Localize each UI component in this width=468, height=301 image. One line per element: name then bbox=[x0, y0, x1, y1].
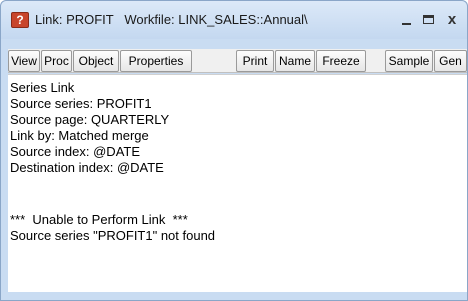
title-bar[interactable]: ? Link: PROFIT Workfile: LINK_SALES::Ann… bbox=[1, 1, 467, 39]
gen-button[interactable]: Gen bbox=[434, 50, 467, 72]
name-button[interactable]: Name bbox=[275, 50, 315, 72]
view-button[interactable]: View bbox=[8, 50, 40, 72]
sample-button[interactable]: Sample bbox=[385, 50, 433, 72]
close-button[interactable]: x bbox=[443, 10, 461, 30]
text-line: Series Link bbox=[10, 80, 75, 95]
proc-button[interactable]: Proc bbox=[41, 50, 72, 72]
text-line: Link by: Matched merge bbox=[10, 128, 149, 143]
maximize-icon bbox=[423, 15, 434, 24]
error-detail-line: Source series "PROFIT1" not found bbox=[10, 228, 216, 243]
freeze-button[interactable]: Freeze bbox=[316, 50, 366, 72]
error-header-line: *** Unable to Perform Link *** bbox=[10, 212, 188, 227]
toolbar: View Proc Object Properties Print Name F… bbox=[8, 49, 467, 73]
maximize-button[interactable] bbox=[421, 10, 437, 30]
properties-button[interactable]: Properties bbox=[120, 50, 192, 72]
output-text-area[interactable]: Series Link Source series: PROFIT1 Sourc… bbox=[8, 74, 467, 292]
text-line: Destination index: @DATE bbox=[10, 160, 164, 175]
close-icon: x bbox=[447, 11, 457, 28]
question-icon: ? bbox=[11, 12, 29, 28]
text-line: Source page: QUARTERLY bbox=[10, 112, 170, 127]
minimize-icon bbox=[402, 23, 411, 25]
minimize-button[interactable] bbox=[399, 10, 415, 30]
window-title: Link: PROFIT Workfile: LINK_SALES::Annua… bbox=[35, 12, 308, 27]
text-line: Source index: @DATE bbox=[10, 144, 141, 159]
text-line: Source series: PROFIT1 bbox=[10, 96, 152, 111]
object-button[interactable]: Object bbox=[73, 50, 119, 72]
print-button[interactable]: Print bbox=[236, 50, 274, 72]
link-window: ? Link: PROFIT Workfile: LINK_SALES::Ann… bbox=[0, 0, 468, 301]
